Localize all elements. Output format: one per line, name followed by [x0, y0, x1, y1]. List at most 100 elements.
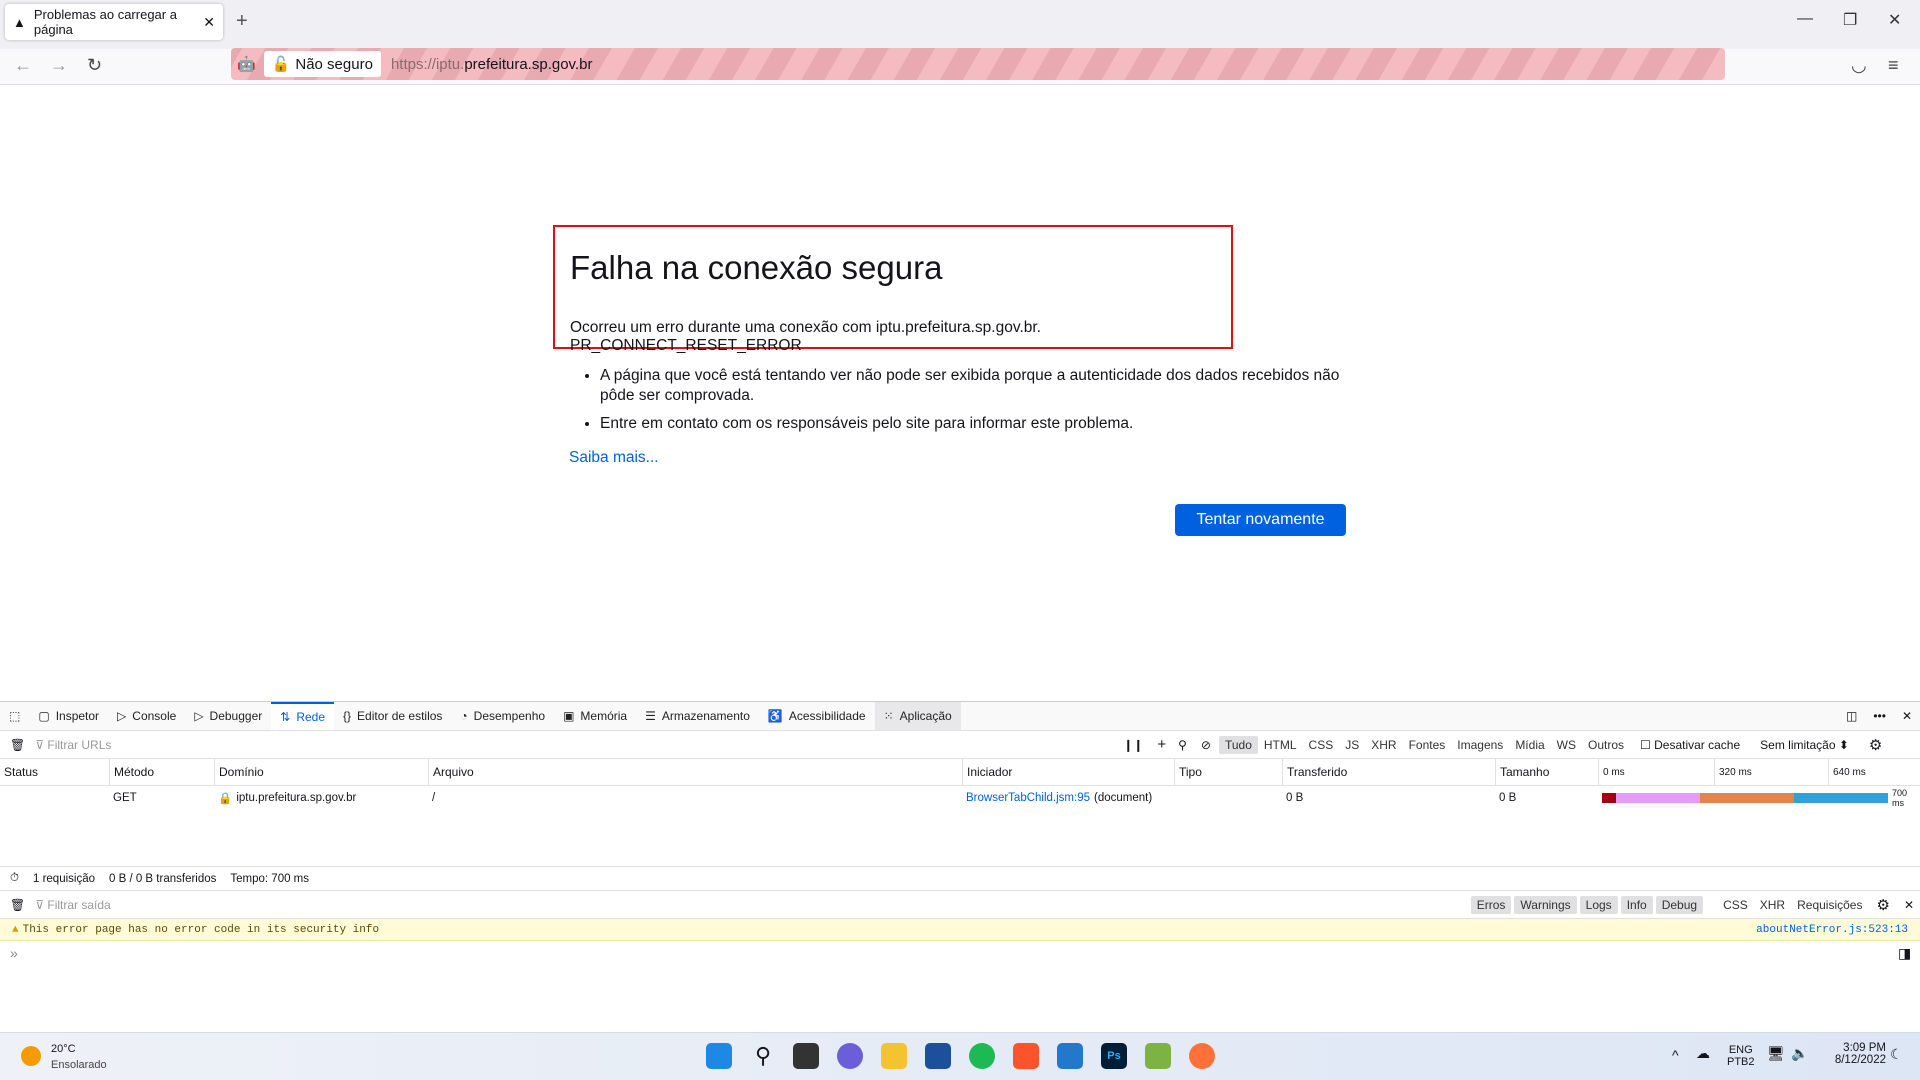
spotify-icon[interactable]	[969, 1043, 995, 1069]
close-split-console-icon[interactable]: ✕	[1898, 898, 1920, 912]
tab-network[interactable]: ⇅ Rede	[271, 702, 335, 730]
filter-xhr[interactable]: XHR	[1754, 896, 1791, 914]
filter-ws[interactable]: WS	[1551, 736, 1582, 754]
network-icon[interactable]: 🖥	[1767, 1045, 1785, 1062]
close-window-button[interactable]: ✕	[1888, 10, 1901, 30]
warning-source-link[interactable]: aboutNetError.js:523:13	[1756, 924, 1908, 936]
language-indicator[interactable]: ENG PTB2	[1727, 1044, 1755, 1068]
weather-temp[interactable]: 20°C	[51, 1043, 76, 1055]
stopwatch-icon[interactable]: ⏱	[10, 872, 19, 885]
level-warnings[interactable]: Warnings	[1514, 895, 1577, 914]
more-options-icon[interactable]: •••	[1865, 709, 1894, 723]
dock-icon[interactable]: ◫	[1838, 709, 1865, 723]
teams-chat-icon[interactable]	[837, 1043, 863, 1069]
element-picker-icon[interactable]: ⬚	[0, 702, 29, 730]
learn-more-link[interactable]: Saiba mais...	[569, 449, 659, 467]
url-filter-input[interactable]: ⊽ Filtrar URLs	[35, 738, 1115, 752]
console-settings-icon[interactable]: ⚙	[1868, 896, 1897, 914]
tab-console[interactable]: ▷ Console	[108, 702, 185, 730]
tab-inspector[interactable]: ▢ Inspetor	[29, 702, 108, 730]
volume-icon[interactable]: 🔈	[1791, 1045, 1808, 1062]
filter-media[interactable]: Mídia	[1509, 736, 1550, 754]
column-transferred[interactable]: Transferido	[1282, 759, 1347, 785]
throttle-select[interactable]: Sem limitação ⬍	[1750, 738, 1859, 752]
settings-gear-icon[interactable]: ⚙	[1859, 736, 1892, 754]
table-row[interactable]: GET 🔒 iptu.prefeitura.sp.gov.br / Browser…	[0, 786, 1920, 810]
vscode-icon[interactable]	[1057, 1043, 1083, 1069]
task-manager-icon[interactable]	[1145, 1043, 1171, 1069]
file-explorer-icon[interactable]	[881, 1043, 907, 1069]
filter-css[interactable]: CSS	[1717, 896, 1754, 914]
column-file[interactable]: Arquivo	[428, 759, 474, 785]
column-method[interactable]: Método	[109, 759, 154, 785]
weather-desc[interactable]: Ensolarado	[51, 1059, 107, 1071]
tab-style-editor[interactable]: {} Editor de estilos	[334, 702, 451, 730]
forward-icon[interactable]: →	[50, 55, 68, 76]
search-icon[interactable]: ⚲	[750, 1043, 776, 1069]
level-info[interactable]: Info	[1620, 895, 1653, 914]
filter-images[interactable]: Imagens	[1451, 736, 1509, 754]
console-input-prompt[interactable]: »	[10, 945, 18, 961]
tab-label: Armazenamento	[661, 709, 750, 723]
pocket-icon[interactable]: ◡	[1851, 55, 1867, 76]
console-filter-input[interactable]: ⊽ Filtrar saída	[35, 898, 1471, 912]
initiator-link[interactable]: BrowserTabChild.jsm:95	[966, 792, 1090, 804]
photoshop-icon[interactable]: Ps	[1101, 1043, 1127, 1069]
column-domain[interactable]: Domínio	[214, 759, 264, 785]
tab-performance[interactable]: ◔ Desempenho	[451, 702, 554, 730]
minimize-button[interactable]: —	[1797, 10, 1813, 28]
filter-css[interactable]: CSS	[1303, 736, 1340, 754]
tab-application[interactable]: ⁙ Aplicação	[874, 702, 961, 730]
clock-time: 3:09 PM	[1843, 1042, 1886, 1054]
devtools-panel: ⬚ ▢ Inspetor ▷ Console ▷ Debugger ⇅ Rede {} E…	[0, 701, 1920, 1032]
close-tab-icon[interactable]: ✕	[203, 14, 215, 31]
new-tab-button[interactable]: +	[236, 10, 248, 33]
column-type[interactable]: Tipo	[1174, 759, 1202, 785]
column-size[interactable]: Tamanho	[1495, 759, 1549, 785]
filter-fonts[interactable]: Fontes	[1403, 736, 1452, 754]
column-status[interactable]: Status	[0, 759, 38, 785]
pause-icon[interactable]: ❙❙	[1115, 738, 1151, 752]
search-icon[interactable]: ⚲	[1172, 738, 1193, 752]
filter-other[interactable]: Outros	[1582, 736, 1630, 754]
sidebar-toggle-icon[interactable]: ◨	[1898, 945, 1911, 962]
windows-start-icon[interactable]	[706, 1043, 732, 1069]
retry-button[interactable]: Tentar novamente	[1175, 504, 1346, 536]
back-icon[interactable]: ←	[14, 55, 32, 76]
tab-debugger[interactable]: ▷ Debugger	[185, 702, 271, 730]
sun-weather-icon[interactable]	[21, 1046, 41, 1066]
url-bar[interactable]: 🤖 🔓 Não seguro https://iptu.prefeitura.sp…	[231, 48, 1725, 80]
clock[interactable]: 3:09 PM 8/12/2022	[1820, 1042, 1886, 1066]
browser-tab[interactable]: ▲ Problemas ao carregar a página ✕	[5, 4, 223, 40]
add-icon[interactable]: +	[1151, 736, 1172, 753]
show-hidden-icons-chevron[interactable]: ^	[1672, 1047, 1679, 1063]
level-debug[interactable]: Debug	[1655, 895, 1704, 914]
level-logs[interactable]: Logs	[1579, 895, 1618, 914]
filter-js[interactable]: JS	[1339, 736, 1365, 754]
site-identity-button[interactable]: 🔓 Não seguro	[263, 51, 381, 77]
block-icon[interactable]: ⊘	[1193, 738, 1219, 752]
filter-all[interactable]: Tudo	[1218, 735, 1258, 754]
menu-icon[interactable]: ≡	[1888, 55, 1899, 76]
tab-accessibility[interactable]: ♿ Acessibilidade	[759, 702, 875, 730]
close-devtools-icon[interactable]: ✕	[1894, 709, 1920, 723]
onedrive-cloud-icon[interactable]: ☁	[1696, 1045, 1710, 1062]
filter-html[interactable]: HTML	[1258, 736, 1303, 754]
level-errors[interactable]: Erros	[1470, 895, 1512, 914]
task-view-icon[interactable]	[793, 1043, 819, 1069]
focus-moon-icon[interactable]: ☾	[1890, 1046, 1903, 1063]
filter-xhr[interactable]: XHR	[1365, 736, 1402, 754]
tab-memory[interactable]: ▣ Memória	[554, 702, 636, 730]
clear-console-icon[interactable]: 🗑	[0, 898, 35, 912]
microsoft-store-icon[interactable]	[925, 1043, 951, 1069]
timing-bar	[1602, 793, 1888, 803]
tab-storage[interactable]: ☰ Armazenamento	[636, 702, 759, 730]
trash-icon[interactable]: 🗑	[0, 738, 35, 752]
restore-button[interactable]: ❐	[1843, 10, 1857, 30]
filter-requests[interactable]: Requisições	[1791, 896, 1868, 914]
firefox-icon[interactable]	[1189, 1043, 1215, 1069]
brave-icon[interactable]	[1013, 1043, 1039, 1069]
reload-icon[interactable]: ↻	[87, 55, 102, 76]
column-initiator[interactable]: Iniciador	[962, 759, 1012, 785]
disable-cache-checkbox[interactable]: ☐ Desativar cache	[1630, 738, 1750, 752]
